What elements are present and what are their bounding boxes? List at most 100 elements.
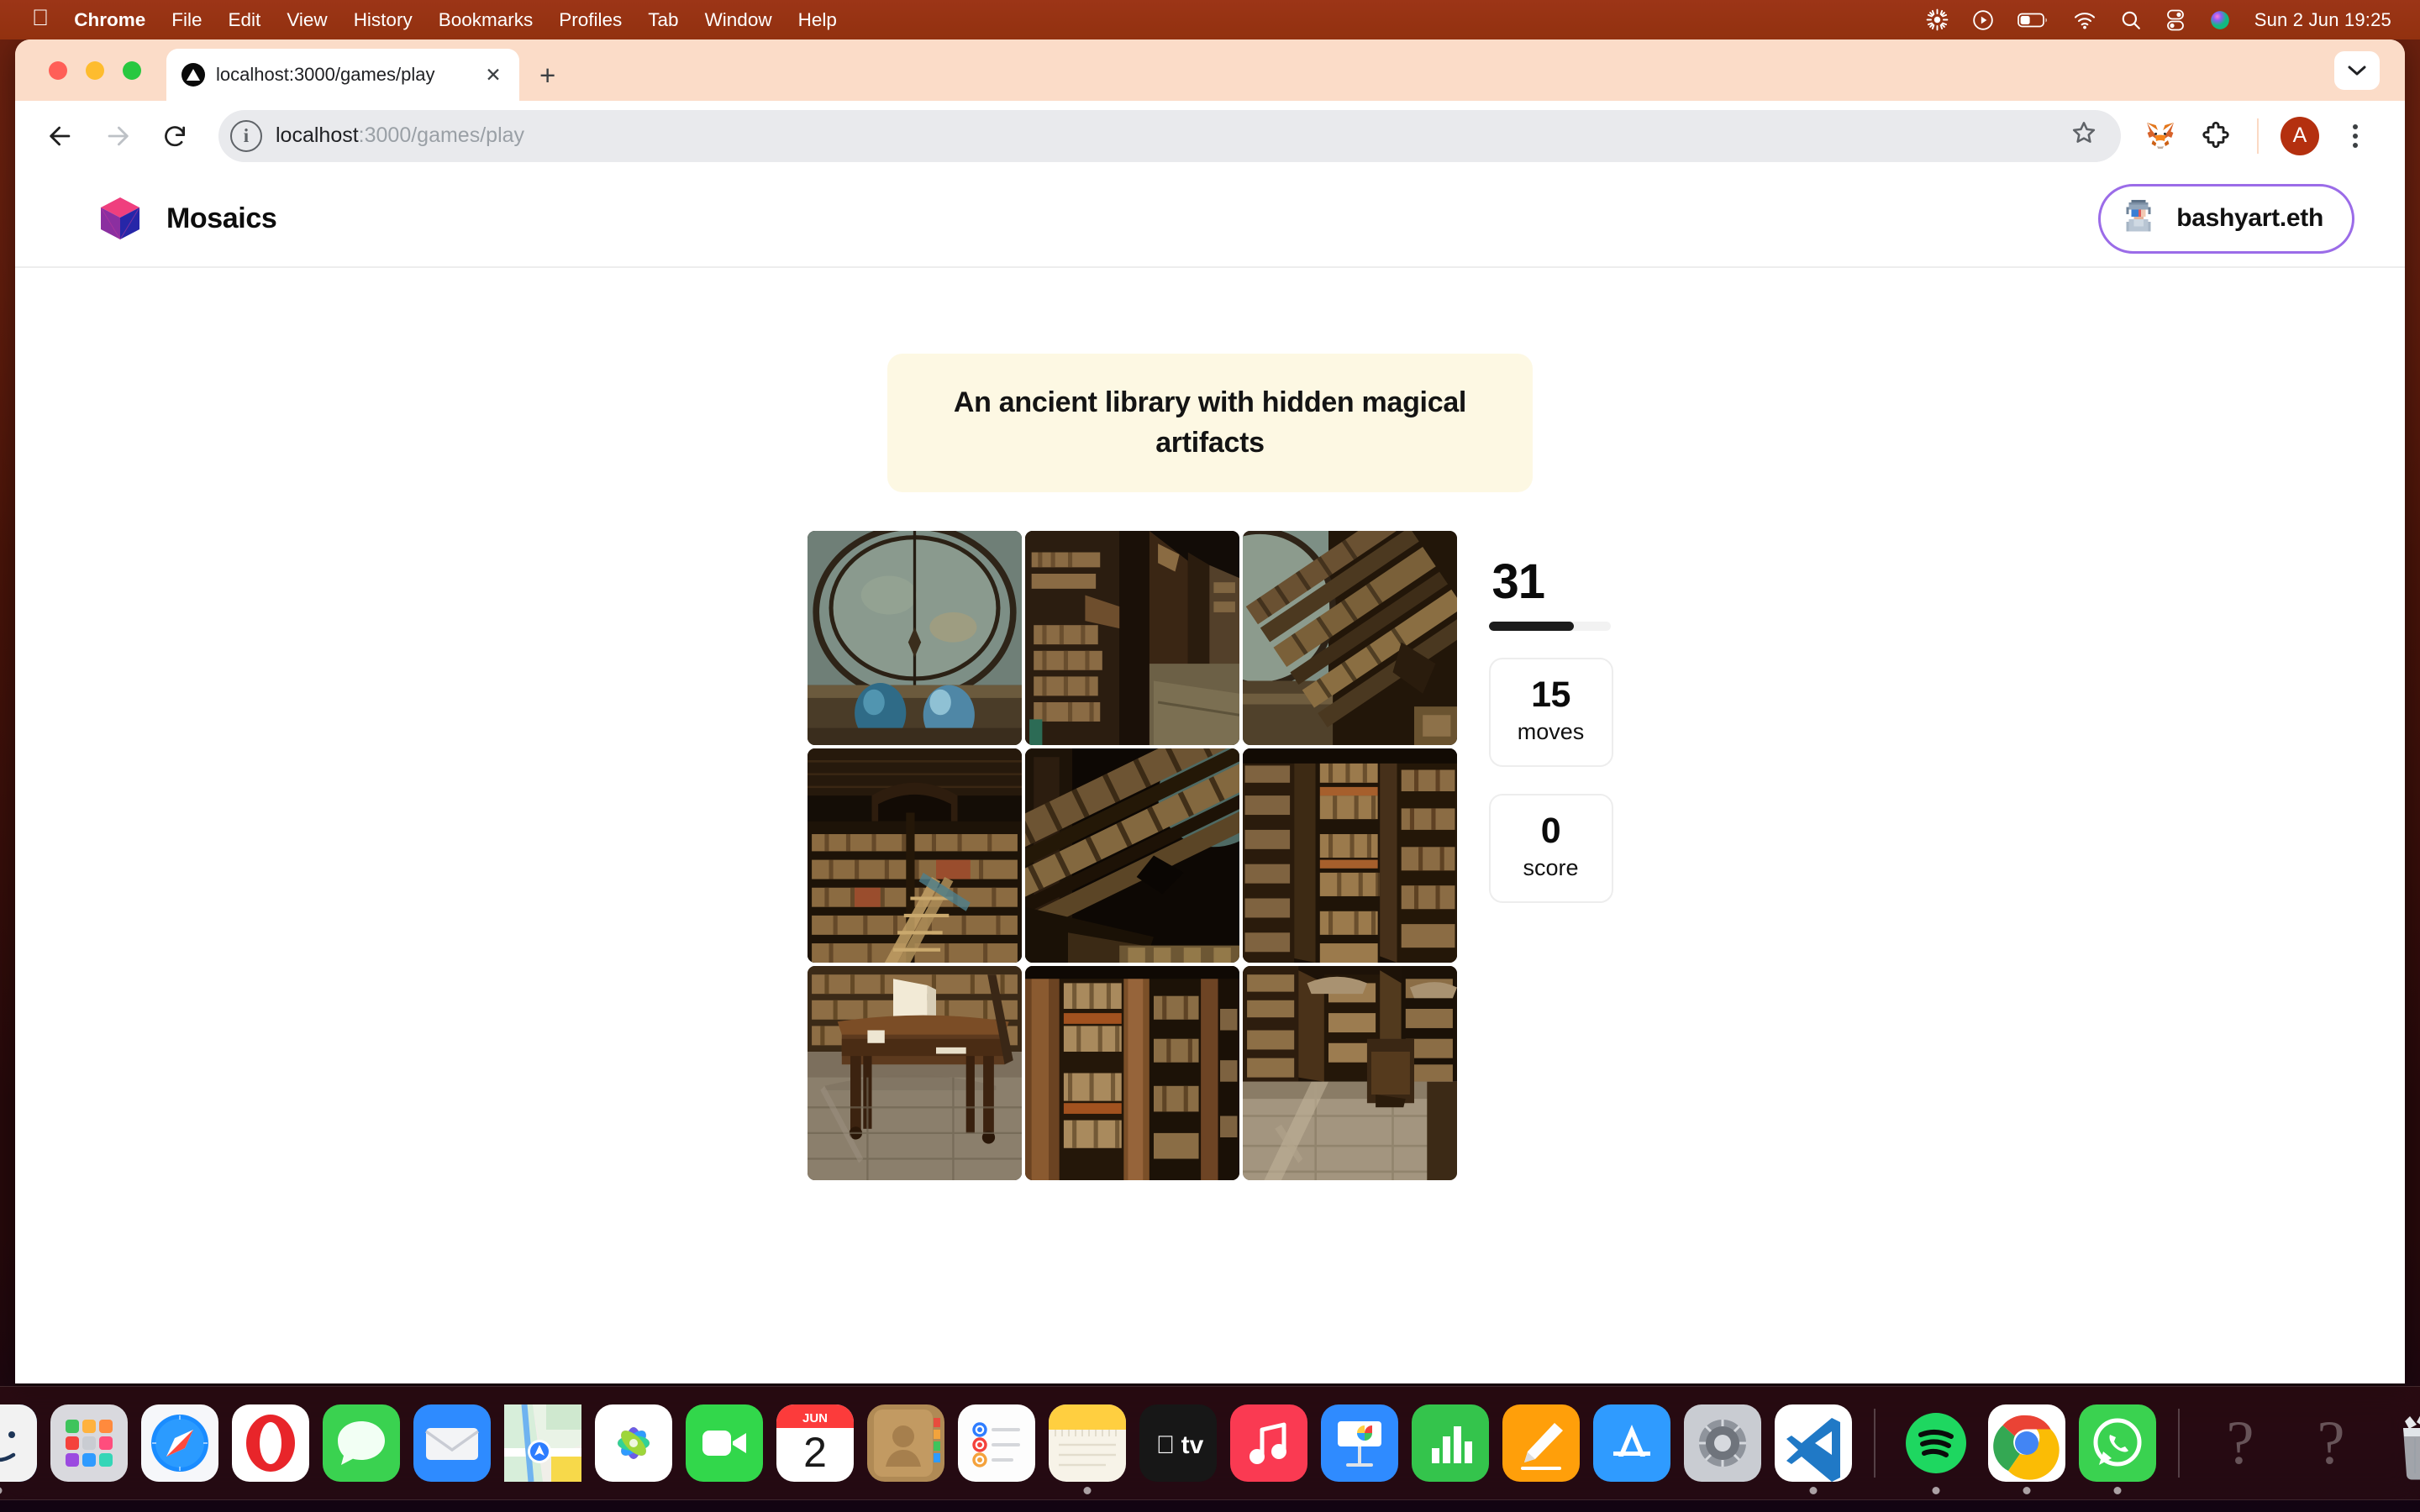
- tile-6[interactable]: [807, 965, 1022, 1180]
- url-path: :3000/games/play: [358, 123, 525, 147]
- brand[interactable]: Mosaics: [96, 194, 277, 243]
- apple-logo-icon[interactable]: : [32, 7, 49, 29]
- battery-icon[interactable]: [2017, 12, 2049, 29]
- score-label: score: [1523, 854, 1579, 880]
- close-window-button[interactable]: [49, 61, 67, 80]
- new-tab-button[interactable]: +: [539, 61, 555, 89]
- dock-appstore[interactable]: [1593, 1404, 1670, 1482]
- sunburst-icon[interactable]: [1926, 8, 1949, 31]
- menu-help[interactable]: Help: [798, 9, 837, 31]
- metamask-fox-icon[interactable]: [2136, 112, 2185, 160]
- play-circle-icon[interactable]: [1972, 9, 1994, 31]
- score-card: 0 score: [1488, 793, 1613, 903]
- chrome-window: localhost:3000/games/play ✕ + i localhos…: [15, 39, 2405, 1383]
- dock-opera[interactable]: [232, 1404, 309, 1482]
- dock-placeholder-1[interactable]: ?: [2202, 1404, 2279, 1482]
- tile-3[interactable]: [807, 748, 1022, 963]
- menu-window[interactable]: Window: [705, 9, 772, 31]
- macos-dock: JUN 2  tv: [0, 1386, 2420, 1500]
- vercel-triangle-icon: [182, 63, 205, 87]
- wifi-icon[interactable]: [2073, 11, 2096, 29]
- dock-launchpad[interactable]: [50, 1404, 128, 1482]
- dock-maps[interactable]: [504, 1404, 581, 1482]
- dock-pages[interactable]: [1502, 1404, 1580, 1482]
- tile-8[interactable]: [1242, 965, 1457, 1180]
- svg-text:2: 2: [803, 1429, 827, 1476]
- siri-icon[interactable]: [2209, 9, 2231, 31]
- tile-5[interactable]: [1242, 748, 1457, 963]
- window-traffic-lights: [49, 61, 141, 80]
- dock-safari[interactable]: [141, 1404, 218, 1482]
- timer-progress-bar: [1488, 621, 1611, 631]
- dock-contacts[interactable]: [867, 1404, 944, 1482]
- moves-value: 15: [1531, 674, 1570, 715]
- puzzle-grid: [807, 530, 1457, 1180]
- tile-7[interactable]: [1024, 965, 1239, 1180]
- url-text: localhost:3000/games/play: [276, 123, 524, 148]
- dock-appletv[interactable]:  tv: [1139, 1404, 1217, 1482]
- close-icon[interactable]: ✕: [481, 64, 506, 87]
- trash-icon[interactable]: [2383, 1404, 2420, 1482]
- menu-chrome[interactable]: Chrome: [74, 9, 145, 31]
- minimize-window-button[interactable]: [86, 61, 104, 80]
- menu-history[interactable]: History: [354, 9, 413, 31]
- running-indicator: [2023, 1487, 2031, 1494]
- info-circle-icon[interactable]: i: [230, 119, 262, 152]
- dock-placeholder-2[interactable]: ?: [2292, 1404, 2370, 1482]
- puzzle-prompt: An ancient library with hidden magical a…: [887, 354, 1533, 492]
- dock-music[interactable]: [1230, 1404, 1307, 1482]
- dock-spotify[interactable]: [1897, 1404, 1975, 1494]
- svg-text:JUN: JUN: [802, 1411, 828, 1425]
- dock-finder[interactable]: [0, 1404, 37, 1494]
- dock-keynote[interactable]: [1321, 1404, 1398, 1482]
- dock-notes[interactable]: [1049, 1404, 1126, 1494]
- dock-photos[interactable]: [595, 1404, 672, 1482]
- dock-mail[interactable]: [413, 1404, 491, 1482]
- dock-chrome[interactable]: [1988, 1404, 2065, 1494]
- dock-messages[interactable]: [323, 1404, 400, 1482]
- dock-facetime[interactable]: [686, 1404, 763, 1482]
- url-host: localhost: [276, 123, 359, 147]
- arrow-right-icon[interactable]: [92, 111, 143, 161]
- kebab-menu-icon[interactable]: [2331, 112, 2380, 160]
- dock-calendar[interactable]: JUN 2: [776, 1404, 854, 1482]
- tile-0[interactable]: [807, 530, 1022, 745]
- dock-vscode[interactable]: [1775, 1404, 1852, 1494]
- score-value: 0: [1540, 810, 1561, 851]
- board-row: 31 15 moves 0 score: [807, 530, 1613, 1180]
- avatar[interactable]: A: [2275, 112, 2324, 160]
- menu-view[interactable]: View: [287, 9, 327, 31]
- menu-bookmarks[interactable]: Bookmarks: [439, 9, 534, 31]
- timer-value: 31: [1491, 554, 1546, 609]
- arrow-left-icon[interactable]: [35, 111, 86, 161]
- tile-1[interactable]: [1024, 530, 1239, 745]
- chevron-down-icon[interactable]: [2334, 51, 2380, 90]
- maximize-window-button[interactable]: [123, 61, 141, 80]
- menu-profiles[interactable]: Profiles: [559, 9, 622, 31]
- svg-text:: : [1156, 1431, 1176, 1459]
- pixel-avatar-icon: [2119, 197, 2159, 240]
- dock-whatsapp[interactable]: [2079, 1404, 2156, 1494]
- running-indicator: [1809, 1487, 1818, 1494]
- dock-reminders[interactable]: [958, 1404, 1035, 1482]
- star-icon[interactable]: [2070, 119, 2112, 153]
- menu-file[interactable]: File: [171, 9, 202, 31]
- menu-edit[interactable]: Edit: [229, 9, 261, 31]
- address-bar[interactable]: i localhost:3000/games/play: [218, 109, 2121, 162]
- running-indicator: [1932, 1487, 1940, 1494]
- search-icon[interactable]: [2120, 9, 2142, 31]
- tile-2[interactable]: [1242, 530, 1457, 745]
- dock-numbers[interactable]: [1412, 1404, 1489, 1482]
- running-indicator: [0, 1487, 3, 1494]
- reload-icon[interactable]: [150, 111, 200, 161]
- tile-4[interactable]: [1024, 748, 1239, 963]
- page-content: Mosaics bashyart.eth An ancient library …: [15, 171, 2405, 1383]
- tab-title: localhost:3000/games/play: [216, 64, 435, 85]
- browser-tab[interactable]: localhost:3000/games/play ✕: [166, 49, 519, 101]
- dock-system-settings[interactable]: [1684, 1404, 1761, 1482]
- menu-tab[interactable]: Tab: [648, 9, 678, 31]
- control-center-icon[interactable]: [2165, 9, 2186, 31]
- puzzle-piece-icon[interactable]: [2191, 112, 2240, 160]
- wallet-badge[interactable]: bashyart.eth: [2098, 183, 2354, 254]
- macos-menubar:  Chrome File Edit View History Bookmark…: [0, 0, 2420, 39]
